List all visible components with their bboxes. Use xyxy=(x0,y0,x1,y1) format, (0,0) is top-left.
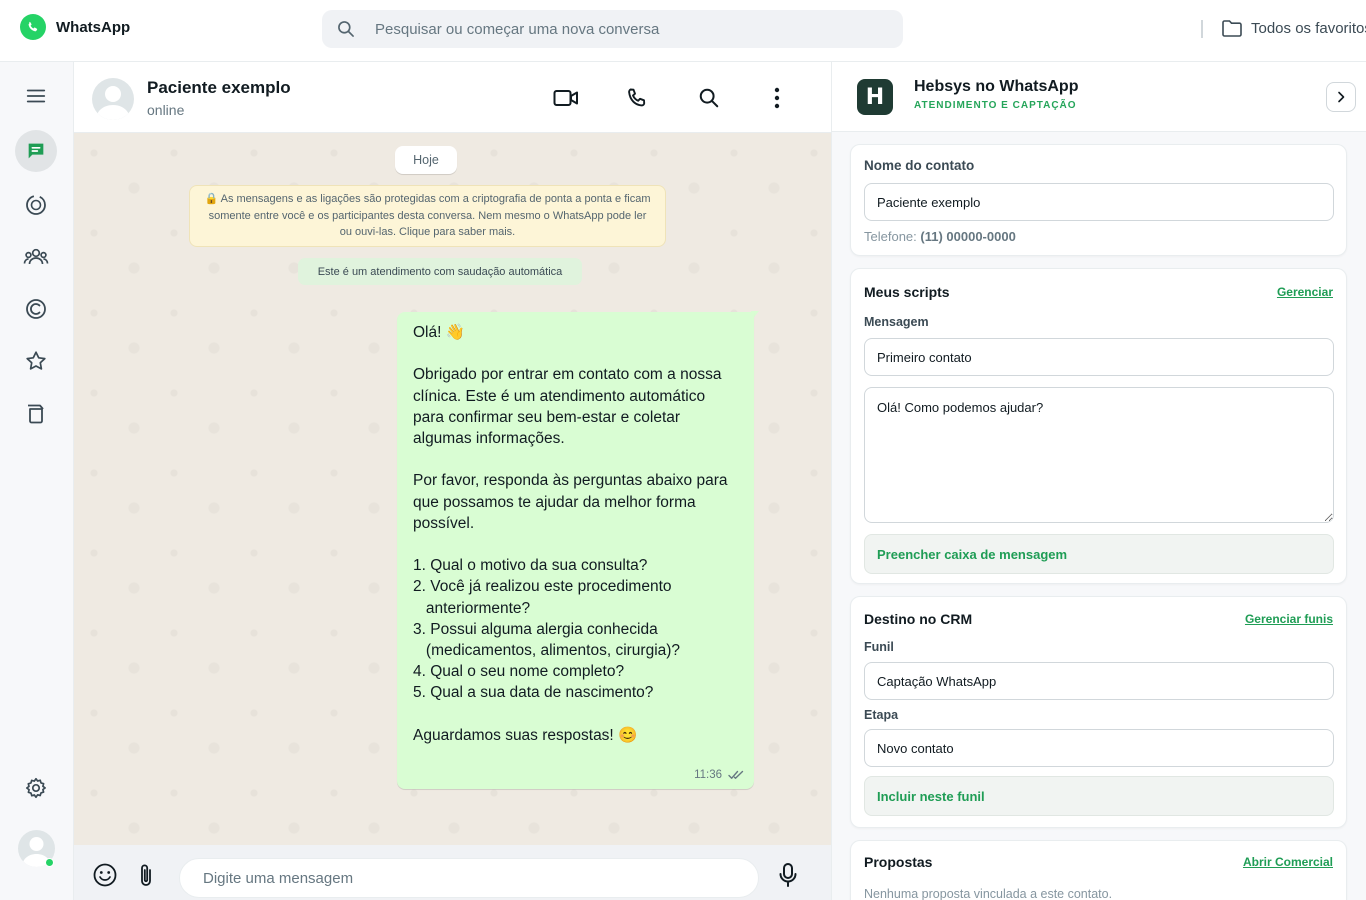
panel-title: Hebsys no WhatsApp xyxy=(914,78,1079,95)
message-meta: 11:36 xyxy=(694,769,744,781)
panel-subtitle: ATENDIMENTO E CAPTAÇÃO xyxy=(914,100,1077,111)
scripts-card: Meus scripts Gerenciar Mensagem Olá! Com… xyxy=(850,268,1347,584)
app-name: WhatsApp xyxy=(56,18,131,36)
chat-header[interactable]: Paciente exemplo online xyxy=(74,62,831,133)
message-time: 11:36 xyxy=(694,769,722,781)
proposals-empty-text: Nenhuma proposta vinculada a este contat… xyxy=(864,887,1113,900)
more-options-icon[interactable] xyxy=(763,84,791,112)
nav-rail xyxy=(0,62,74,900)
settings-icon[interactable] xyxy=(15,767,57,809)
divider xyxy=(1201,20,1203,38)
crm-title: Destino no CRM xyxy=(864,611,973,627)
proposals-title: Propostas xyxy=(864,854,933,870)
favorites-filter[interactable]: Todos os favoritos xyxy=(1221,19,1366,37)
date-chip: Hoje xyxy=(395,146,457,174)
contact-name[interactable]: Paciente exemplo xyxy=(147,78,291,98)
hebsys-panel: H Hebsys no WhatsApp ATENDIMENTO E CAPTA… xyxy=(832,62,1366,900)
communities-icon[interactable] xyxy=(15,236,57,278)
microphone-icon[interactable] xyxy=(774,861,802,889)
stage-label: Etapa xyxy=(864,708,899,722)
message-input[interactable] xyxy=(179,858,759,898)
online-status-dot xyxy=(45,858,54,867)
contact-name-field[interactable] xyxy=(864,183,1334,221)
auto-greeting-notice: Este é um atendimento com saudação autom… xyxy=(298,258,582,285)
manage-scripts-link[interactable]: Gerenciar xyxy=(1277,285,1333,299)
chats-icon[interactable] xyxy=(15,130,57,172)
hebsys-logo-icon: H xyxy=(857,79,893,115)
search-chat-icon[interactable] xyxy=(695,84,723,112)
proposals-card: Propostas Abrir Comercial Nenhuma propos… xyxy=(850,840,1347,900)
search-bar[interactable] xyxy=(322,10,903,48)
message-list[interactable]: Hoje 🔒 As mensagens e as ligações são pr… xyxy=(74,133,831,845)
composer xyxy=(74,845,831,900)
chevron-right-icon xyxy=(1338,91,1345,103)
fill-message-button[interactable]: Preencher caixa de mensagem xyxy=(864,534,1334,574)
search-input[interactable] xyxy=(375,20,855,38)
search-icon xyxy=(338,21,354,37)
outgoing-message[interactable]: Olá! 👋 Obrigado por entrar em contato co… xyxy=(397,312,754,789)
video-call-icon[interactable] xyxy=(552,84,580,112)
starred-icon[interactable] xyxy=(15,340,57,382)
archived-icon[interactable] xyxy=(15,392,57,434)
contact-card: Nome do contato Telefone: (11) 00000-000… xyxy=(850,144,1347,256)
contact-name-label: Nome do contato xyxy=(864,158,975,173)
voice-call-icon[interactable] xyxy=(623,84,651,112)
crm-card: Destino no CRM Gerenciar funis Funil Eta… xyxy=(850,596,1347,828)
emoji-icon[interactable] xyxy=(91,861,119,889)
double-check-icon xyxy=(728,770,744,779)
top-bar: WhatsApp Todos os favoritos xyxy=(0,0,1366,62)
status-icon[interactable] xyxy=(15,184,57,226)
contact-avatar[interactable] xyxy=(92,78,134,120)
script-select[interactable] xyxy=(864,338,1334,376)
panel-header: H Hebsys no WhatsApp ATENDIMENTO E CAPTA… xyxy=(832,62,1366,132)
menu-icon[interactable] xyxy=(15,75,57,117)
stage-select[interactable] xyxy=(864,729,1334,767)
contact-phone: Telefone: (11) 00000-0000 xyxy=(864,229,1016,244)
script-body-textarea[interactable]: Olá! Como podemos ajudar? xyxy=(864,387,1334,523)
include-funnel-button[interactable]: Incluir neste funil xyxy=(864,776,1334,816)
channels-icon[interactable] xyxy=(15,288,57,330)
brand: WhatsApp xyxy=(20,14,130,40)
folder-icon xyxy=(1222,20,1242,37)
funnel-label: Funil xyxy=(864,640,894,654)
contact-status: online xyxy=(147,102,185,118)
message-label: Mensagem xyxy=(864,315,929,329)
favorites-label: Todos os favoritos xyxy=(1251,19,1366,37)
funnel-select[interactable] xyxy=(864,662,1334,700)
whatsapp-logo-icon xyxy=(20,14,46,40)
attach-icon[interactable] xyxy=(132,861,160,889)
collapse-panel-button[interactable] xyxy=(1326,82,1356,112)
chat-panel: Paciente exemplo online Hoje 🔒 As mensag… xyxy=(74,62,832,900)
encryption-notice[interactable]: 🔒 As mensagens e as ligações são protegi… xyxy=(189,185,666,247)
manage-funnels-link[interactable]: Gerenciar funis xyxy=(1245,612,1333,626)
scripts-title: Meus scripts xyxy=(864,284,950,300)
open-commercial-link[interactable]: Abrir Comercial xyxy=(1243,855,1333,869)
message-text: Olá! 👋 Obrigado por entrar em contato co… xyxy=(413,324,728,744)
